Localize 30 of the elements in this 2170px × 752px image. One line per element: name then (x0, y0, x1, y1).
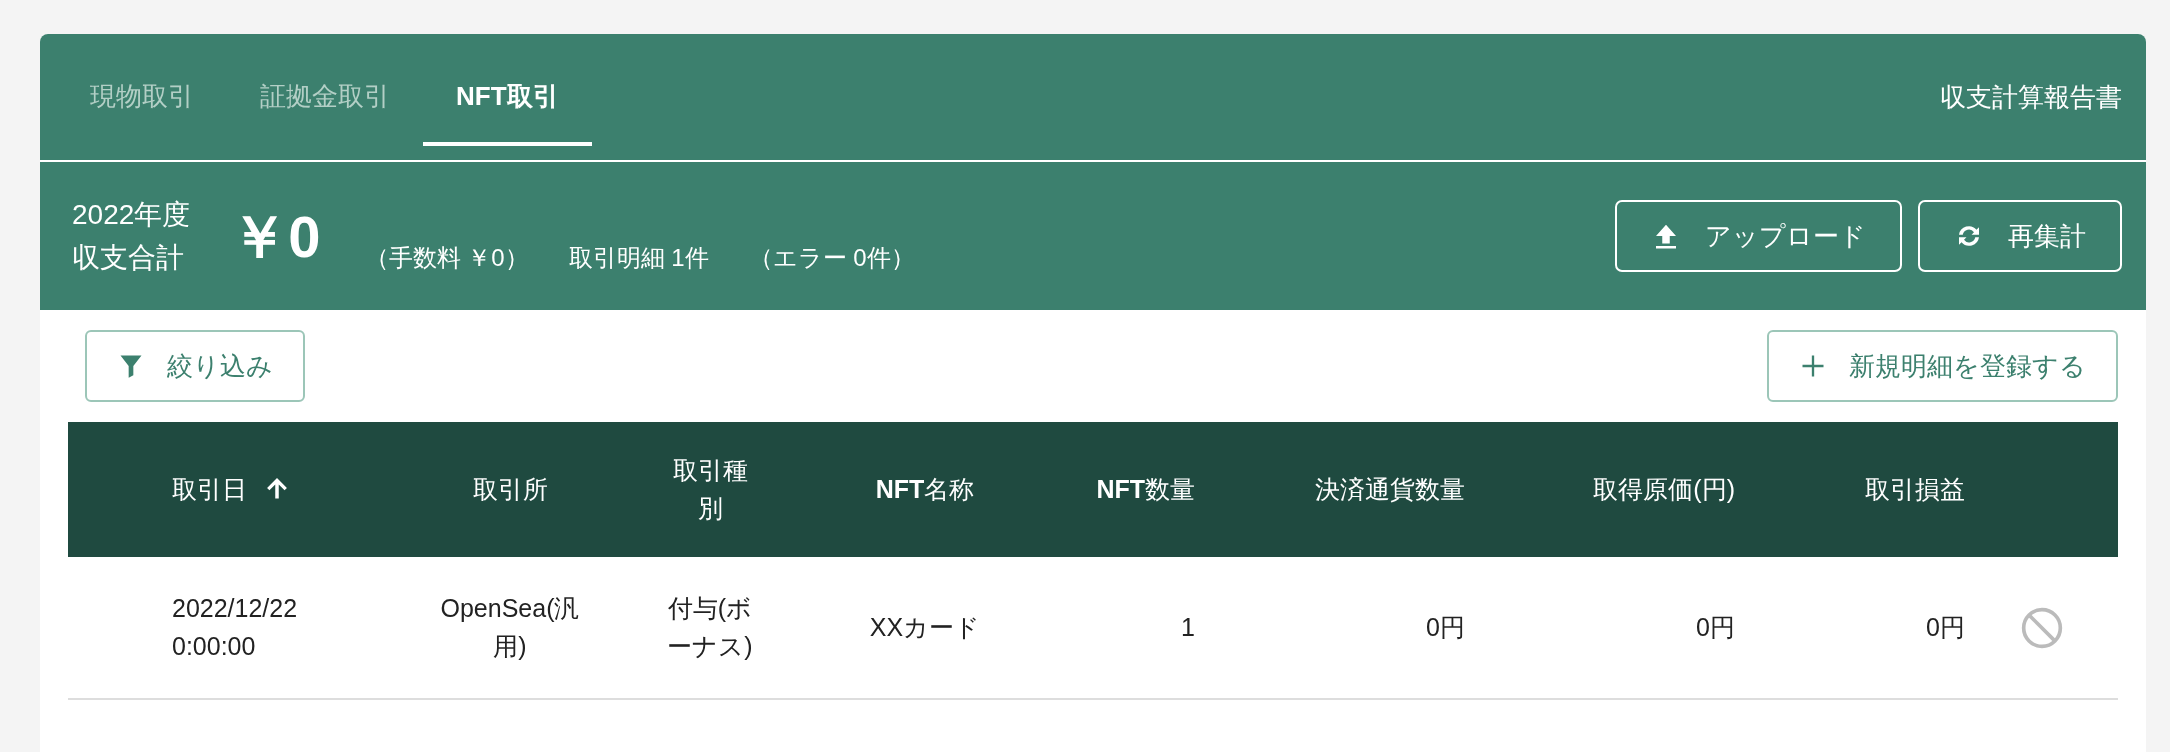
column-header: 取引種別 (620, 422, 800, 557)
total-label: 収支合計 (72, 241, 185, 275)
count-text: 取引明細 1件 (568, 243, 709, 273)
error-count: （エラー 0件） (748, 243, 915, 273)
year-label: 2022年度 (72, 197, 191, 232)
add-entry-button[interactable]: 新規明細を登録する (1767, 330, 2118, 402)
tab[interactable]: NFT取引 (423, 34, 592, 146)
fee-text: （手数料 ￥0） (364, 243, 529, 273)
filter-button[interactable]: 絞り込み (85, 330, 305, 402)
column-header: NFT数量 (1050, 422, 1210, 557)
upload-button[interactable]: アップロード (1615, 200, 1902, 272)
report-link[interactable]: 収支計算報告書 (1940, 77, 2122, 117)
table-cell: 付与(ボーナス) (620, 557, 800, 699)
table-cell: 1 (1050, 557, 1210, 699)
total-amount: ￥0 (230, 202, 321, 271)
table-cell: 0円 (1210, 557, 1480, 699)
column-header: 決済通貨数量 (1210, 422, 1480, 557)
column-header: NFT名称 (800, 422, 1050, 557)
column-header: 取引損益 (1750, 422, 1980, 557)
column-header[interactable]: 取引日 (172, 474, 247, 503)
column-header: 取引所 (400, 422, 620, 557)
recalculate-button[interactable]: 再集計 (1918, 200, 2122, 272)
tab[interactable]: 証拠金取引 (227, 34, 423, 146)
table-cell: 0円 (1750, 557, 1980, 699)
table-cell: 2022/12/22 0:00:00 (68, 557, 400, 699)
column-header: 取得原価(円) (1480, 422, 1750, 557)
table-cell: OpenSea(汎用) (400, 557, 620, 699)
tab[interactable]: 現物取引 (57, 34, 227, 146)
table-cell: XXカード (800, 557, 1050, 699)
table-cell: 0円 (1480, 557, 1750, 699)
